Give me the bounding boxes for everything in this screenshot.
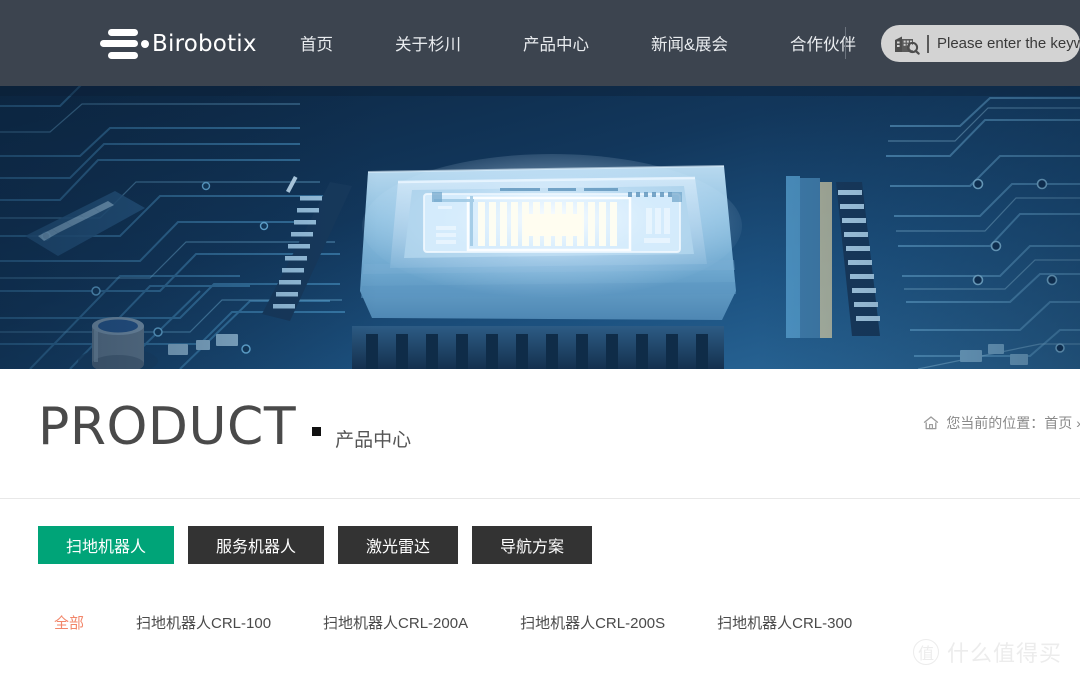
subfilter-crl-200s[interactable]: 扫地机器人CRL-200S xyxy=(520,612,665,633)
logo[interactable]: Birobotix xyxy=(100,24,257,64)
page-title-section: PRODUCT 产品中心 您当前的位置：首页 » xyxy=(0,369,1080,499)
tab-service-robot[interactable]: 服务机器人 xyxy=(188,526,325,564)
search-input[interactable] xyxy=(937,35,1080,52)
search-divider xyxy=(927,34,929,53)
nav-item-partners[interactable]: 合作伙伴 xyxy=(790,31,856,55)
nav-item-products[interactable]: 产品中心 xyxy=(523,31,589,55)
tab-sweeping-robot[interactable]: 扫地机器人 xyxy=(38,526,175,564)
building-search-icon xyxy=(895,36,920,55)
main-navigation: 首页 关于杉川 产品中心 新闻&展会 合作伙伴 xyxy=(300,0,856,86)
tab-lidar[interactable]: 激光雷达 xyxy=(338,526,459,564)
watermark-text: 什么值得买 xyxy=(946,641,1062,666)
circuit-board-chip-image xyxy=(0,86,1080,369)
page-title: PRODUCT 产品中心 xyxy=(38,397,411,457)
logo-text: Birobotix xyxy=(152,31,257,57)
subcategory-filters: 全部 扫地机器人CRL-100 扫地机器人CRL-200A 扫地机器人CRL-2… xyxy=(54,612,904,633)
watermark: 值 什么值得买 xyxy=(912,636,1062,668)
site-header: Birobotix 首页 关于杉川 产品中心 新闻&展会 合作伙伴 xyxy=(0,0,1080,86)
watermark-badge: 值 xyxy=(912,639,939,665)
nav-item-home[interactable]: 首页 xyxy=(300,31,333,55)
breadcrumb: 您当前的位置：首页 » xyxy=(923,413,1080,433)
subfilter-crl-200a[interactable]: 扫地机器人CRL-200A xyxy=(323,612,468,633)
tab-navigation-plan[interactable]: 导航方案 xyxy=(472,526,593,564)
header-divider xyxy=(845,27,846,59)
page-title-chinese: 产品中心 xyxy=(335,430,412,451)
page-title-english: PRODUCT xyxy=(38,397,297,457)
hero-banner xyxy=(0,86,1080,369)
title-square-bullet xyxy=(312,426,322,436)
home-icon xyxy=(924,416,939,430)
subfilter-crl-100[interactable]: 扫地机器人CRL-100 xyxy=(136,612,271,633)
category-tabs: 扫地机器人 服务机器人 激光雷达 导航方案 xyxy=(38,526,606,564)
breadcrumb-text: 您当前的位置：首页 » xyxy=(946,415,1080,431)
search-box[interactable] xyxy=(881,25,1080,62)
subfilter-all[interactable]: 全部 xyxy=(54,612,84,633)
nav-item-about[interactable]: 关于杉川 xyxy=(395,31,461,55)
subfilter-crl-300[interactable]: 扫地机器人CRL-300 xyxy=(717,612,852,633)
nav-item-news[interactable]: 新闻&展会 xyxy=(651,31,728,55)
three-bars-dot-logo-icon xyxy=(100,25,149,63)
